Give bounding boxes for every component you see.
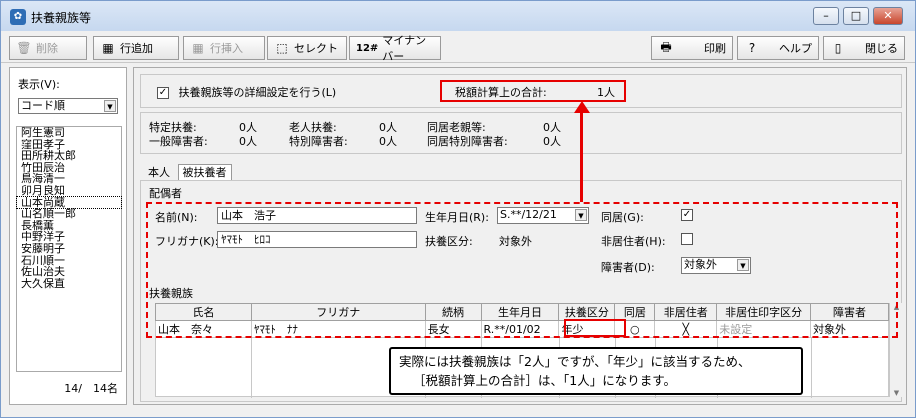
- mynumber-label: マイナンバー: [382, 34, 427, 63]
- summary-panel: 特定扶養: 0人 老人扶養: 0人 同居老親等: 0人 一般障害者: 0人 特別障害者: 0人 同居…: [140, 112, 902, 154]
- arrow-line: [580, 104, 583, 202]
- delete-button[interactable]: 🗑 削除: [9, 36, 87, 60]
- employee-list-item[interactable]: 竹田辰治: [17, 162, 121, 174]
- employee-list-item[interactable]: 阿生憲司: [17, 127, 121, 139]
- chevron-down-icon: ▼: [104, 100, 116, 112]
- exit-door-icon: ▯: [834, 41, 842, 55]
- select-button[interactable]: ⬚ セレクト: [267, 36, 347, 60]
- employee-list-item[interactable]: 長橋薫: [17, 220, 121, 232]
- close-window-button[interactable]: ✕: [873, 7, 903, 25]
- employee-list-item[interactable]: 佐山治夫: [17, 266, 121, 278]
- insert-row-button[interactable]: ▦ 行挿入: [183, 36, 265, 60]
- insert-row-label: 行挿入: [210, 42, 243, 55]
- employee-list-item[interactable]: 安藤明子: [17, 243, 121, 255]
- employee-count: 14/ 14名: [64, 382, 118, 395]
- mynumber-icon: 12#: [356, 42, 379, 54]
- employee-list-item[interactable]: 中野洋子: [17, 231, 121, 243]
- detail-setting-label: 扶養親族等の詳細設定を行う(L): [178, 86, 337, 99]
- help-icon: ?: [748, 41, 756, 55]
- spouse-heading: 配偶者: [149, 187, 182, 200]
- employee-list-item[interactable]: 大久保直: [17, 278, 121, 290]
- close-label: 閉じる: [865, 42, 898, 55]
- help-button[interactable]: ? ヘルプ: [737, 36, 819, 60]
- employee-list[interactable]: 阿生憲司 窪田孝子 田所耕太郎 竹田辰治 鳥海清一 卯月良知 山本尚蔵 山名順一郎 長橋薫 中野洋…: [16, 126, 122, 372]
- scroll-down-icon[interactable]: ▼: [890, 389, 903, 397]
- summary-label: 同居特別障害者:: [427, 135, 508, 148]
- tab-dependents[interactable]: 被扶養者: [177, 164, 232, 180]
- app-icon: ✿: [10, 9, 26, 25]
- display-label: 表示(V):: [18, 78, 60, 91]
- employee-list-item[interactable]: 鳥海清一: [17, 173, 121, 185]
- detail-setting-checkbox[interactable]: ✓: [157, 87, 169, 99]
- sort-select[interactable]: コード順 ▼: [18, 98, 118, 114]
- summary-value: 0人: [543, 135, 561, 148]
- title-bar: ✿ 扶養親族等 – □ ✕: [1, 1, 915, 31]
- employee-list-item[interactable]: 山本尚蔵: [16, 195, 122, 210]
- tax-total-highlight: [440, 80, 626, 102]
- app-window: ✿ 扶養親族等 – □ ✕ 🗑 削除 ▦ 行追加 ▦ 行挿入 ⬚ セレクト 12# マイナ…: [0, 0, 916, 418]
- print-button[interactable]: 🖶 印刷: [651, 36, 733, 60]
- summary-value: 0人: [239, 135, 257, 148]
- tab-bar: 本人 被扶養者: [144, 164, 232, 181]
- summary-label: 特別障害者:: [289, 135, 348, 148]
- help-label: ヘルプ: [779, 42, 812, 55]
- employee-list-item[interactable]: 山名順一郎: [17, 208, 121, 220]
- dependents-highlight: [146, 202, 898, 338]
- select-label: セレクト: [294, 42, 338, 55]
- employee-list-item[interactable]: 卯月良知: [17, 185, 121, 197]
- age-category-highlight: [564, 319, 626, 337]
- detail-setting-checkbox-row[interactable]: ✓ 扶養親族等の詳細設定を行う(L): [157, 84, 336, 100]
- employee-list-item[interactable]: 田所耕太郎: [17, 150, 121, 162]
- summary-label: 一般障害者:: [149, 135, 208, 148]
- arrow-head-icon: [574, 101, 590, 113]
- delete-label: 削除: [36, 42, 58, 55]
- summary-value: 0人: [379, 135, 397, 148]
- note-line-1: 実際には扶養親族は「2人」ですが、「年少」に該当するため、: [399, 354, 751, 369]
- mynumber-button[interactable]: 12# マイナンバー: [349, 34, 441, 63]
- print-label: 印刷: [704, 42, 726, 55]
- close-button[interactable]: ▯ 閉じる: [823, 36, 905, 60]
- employee-list-item[interactable]: 窪田孝子: [17, 139, 121, 151]
- select-icon: ⬚: [276, 41, 288, 55]
- annotation-note: 実際には扶養親族は「2人」ですが、「年少」に該当するため、 ［税額計算上の合計］…: [389, 347, 803, 395]
- tab-self[interactable]: 本人: [144, 165, 174, 181]
- table-insert-icon: ▦: [192, 41, 204, 55]
- note-line-2: ［税額計算上の合計］は、「1人」になります。: [413, 373, 676, 388]
- minimize-button[interactable]: –: [813, 7, 839, 25]
- add-row-button[interactable]: ▦ 行追加: [93, 36, 179, 60]
- sort-value: コード順: [21, 99, 65, 112]
- printer-icon: 🖶: [660, 39, 672, 54]
- table-add-icon: ▦: [102, 41, 114, 55]
- toolbar: 🗑 削除 ▦ 行追加 ▦ 行挿入 ⬚ セレクト 12# マイナンバー 🖶 印刷 ? ヘルプ ▯…: [1, 33, 915, 63]
- maximize-button[interactable]: □: [843, 7, 869, 25]
- employee-panel: 表示(V): コード順 ▼ 阿生憲司 窪田孝子 田所耕太郎 竹田辰治 鳥海清一 卯月良知 山本…: [9, 67, 127, 405]
- employee-list-item[interactable]: 石川順一: [17, 255, 121, 267]
- add-row-label: 行追加: [120, 42, 153, 55]
- window-title: 扶養親族等: [31, 11, 92, 25]
- trash-icon: 🗑: [16, 41, 32, 55]
